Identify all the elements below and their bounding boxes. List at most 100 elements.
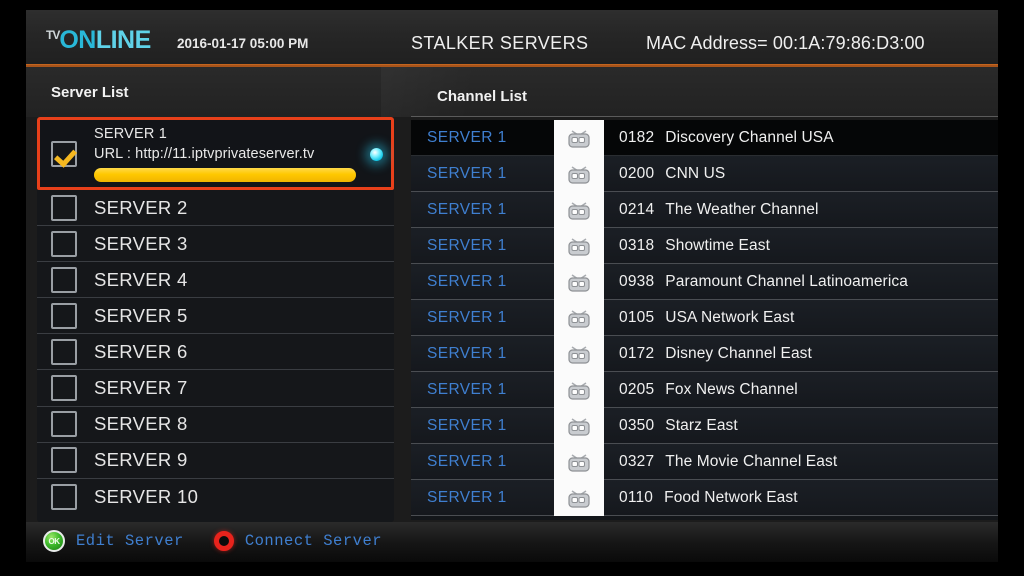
channel-number: 0110: [619, 488, 654, 506]
channel-name: The Movie Channel East: [665, 452, 838, 470]
channel-number: 0318: [619, 236, 655, 254]
server-item-label: SERVER 2: [94, 196, 188, 218]
channel-server-label: SERVER 1: [427, 452, 507, 470]
channel-name: Starz East: [665, 416, 738, 434]
channel-name: Food Network East: [664, 488, 798, 506]
server-checkbox[interactable]: [51, 140, 77, 167]
channel-row[interactable]: SERVER 1 0350 Starz East: [411, 407, 998, 444]
server-list-item[interactable]: SERVER 8: [37, 407, 394, 443]
tv-icon: [554, 120, 604, 156]
channel-number: 0172: [619, 344, 655, 362]
channel-row[interactable]: SERVER 1 0105 USA Network East: [411, 299, 998, 336]
channel-server-label: SERVER 1: [427, 416, 507, 434]
server-checkbox[interactable]: [51, 302, 77, 329]
channel-name: Disney Channel East: [665, 344, 812, 362]
channel-number: 0200: [619, 164, 655, 182]
tv-icon: [554, 227, 604, 264]
channel-number: 0105: [619, 308, 655, 326]
logo-on-text: ON: [59, 26, 96, 54]
server-item-label: SERVER 8: [94, 413, 188, 435]
channel-name: The Weather Channel: [665, 200, 819, 218]
channel-number: 0350: [619, 416, 655, 434]
server-item-label: SERVER 3: [94, 232, 188, 254]
server-checkbox[interactable]: [51, 338, 77, 365]
channel-server-label: SERVER 1: [427, 128, 507, 146]
ok-key-icon[interactable]: OK: [43, 530, 65, 552]
tv-icon-glyph: [568, 453, 590, 472]
tv-icon-glyph: [568, 345, 590, 364]
footer-button[interactable]: Connect Server: [213, 531, 382, 551]
tv-icon-glyph: [568, 417, 590, 436]
server-checkbox[interactable]: [51, 194, 77, 221]
server-list-item[interactable]: SERVER 4: [37, 262, 394, 299]
server-item-label: SERVER 5: [94, 304, 188, 326]
channel-row[interactable]: SERVER 1 0214 The Weather Channel: [411, 191, 998, 228]
server-list-item[interactable]: SERVER 2: [37, 190, 394, 227]
channel-row[interactable]: SERVER 1 0205 Fox News Channel: [411, 371, 998, 408]
channel-number: 0327: [619, 452, 655, 470]
tv-icon: [554, 407, 604, 444]
tv-icon-glyph: [568, 129, 590, 148]
server-detail: SERVER 1 URL : http://11.iptvprivateserve…: [94, 126, 391, 182]
server-checkbox[interactable]: [51, 375, 77, 402]
tv-icon-glyph: [568, 273, 590, 292]
channel-name: USA Network East: [665, 308, 795, 326]
channel-row[interactable]: SERVER 1 0318 Showtime East: [411, 227, 998, 264]
channel-server-label: SERVER 1: [427, 488, 507, 506]
channel-row[interactable]: SERVER 1 0200 CNN US: [411, 155, 998, 192]
server-list-panel[interactable]: SERVER 1 URL : http://11.iptvprivateserve…: [37, 117, 394, 522]
footer-bar: OK Edit Server Connect Server: [26, 522, 998, 562]
server-item-label: SERVER 7: [94, 377, 188, 399]
server-url-label: URL : http://11.iptvprivateserver.tv: [94, 145, 315, 162]
channel-row[interactable]: SERVER 1 0172 Disney Channel East: [411, 335, 998, 372]
server-checkbox[interactable]: [51, 266, 77, 293]
channel-server-label: SERVER 1: [427, 200, 507, 218]
server-loading-progress-bar: [94, 167, 356, 182]
server-item-label: SERVER 4: [94, 268, 188, 290]
server-list-title: Server List: [51, 84, 129, 101]
channel-server-label: SERVER 1: [427, 272, 507, 290]
channel-server-label: SERVER 1: [427, 344, 507, 362]
channel-name: CNN US: [665, 164, 726, 182]
server-list-item[interactable]: SERVER 6: [37, 334, 394, 371]
datetime-display: 2016-01-17 05:00 PM: [177, 36, 309, 51]
server-checkbox[interactable]: [51, 411, 77, 438]
channel-number: 0205: [619, 380, 655, 398]
tv-icon: [554, 443, 604, 480]
server-item-label: SERVER 9: [94, 449, 188, 471]
channel-row[interactable]: SERVER 1 0110 Food Network East: [411, 479, 998, 516]
channel-name: Discovery Channel USA: [665, 128, 834, 146]
footer-button-row: OK Edit Server Connect Server: [43, 530, 412, 552]
server-list-item[interactable]: SERVER 9: [37, 443, 394, 479]
tv-icon: [554, 371, 604, 408]
app-logo: TVONLINE: [46, 28, 151, 53]
channel-list-panel[interactable]: SERVER 1 0182 Discovery Channel USA SERVER …: [411, 120, 998, 520]
tv-icon-glyph: [568, 237, 590, 256]
channel-number: 0938: [619, 272, 655, 290]
channel-name: Fox News Channel: [665, 380, 798, 398]
footer-button-label: Edit Server: [76, 532, 184, 550]
channel-server-label: SERVER 1: [427, 380, 507, 398]
server-name-label: SERVER 1: [94, 125, 168, 142]
tv-icon: [554, 299, 604, 336]
channel-header-divider: [411, 116, 998, 117]
server-list-item[interactable]: SERVER 7: [37, 370, 394, 407]
channel-row-active[interactable]: SERVER 1 0182 Discovery Channel USA: [411, 120, 998, 156]
server-checkbox[interactable]: [51, 230, 77, 257]
channel-row[interactable]: SERVER 1 0938 Paramount Channel Latinoamer…: [411, 263, 998, 300]
server-checkbox[interactable]: [51, 483, 77, 510]
server-list-item[interactable]: SERVER 5: [37, 298, 394, 335]
server-checkbox[interactable]: [51, 447, 77, 474]
channel-row[interactable]: SERVER 1 0327 The Movie Channel East: [411, 443, 998, 480]
server-list-item-selected[interactable]: SERVER 1 URL : http://11.iptvprivateserve…: [37, 117, 394, 190]
logo-tv-text: TV: [46, 28, 60, 42]
server-list-item[interactable]: SERVER 10: [37, 479, 394, 515]
channel-name: Showtime East: [665, 236, 770, 254]
server-list-item[interactable]: SERVER 3: [37, 226, 394, 263]
channel-server-label: SERVER 1: [427, 164, 507, 182]
channel-name: Paramount Channel Latinoamerica: [665, 272, 908, 290]
tv-icon-glyph: [568, 489, 590, 508]
footer-button[interactable]: OK Edit Server: [43, 530, 184, 552]
tv-icon-glyph: [568, 309, 590, 328]
red-key-icon[interactable]: [213, 531, 234, 551]
